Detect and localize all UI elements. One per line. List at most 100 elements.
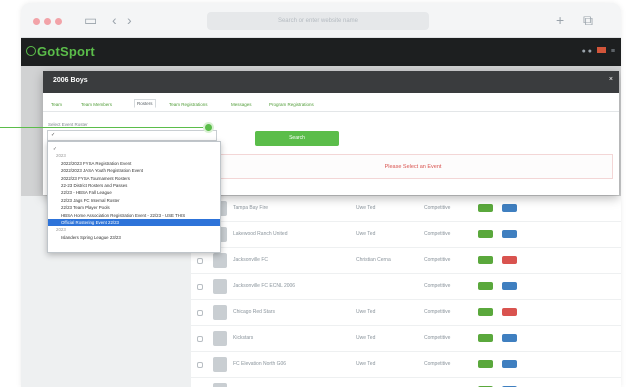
- team-coach: Uwe Ted: [356, 361, 376, 367]
- team-name[interactable]: Tampa Bay Fire: [233, 205, 268, 211]
- search-button[interactable]: Search: [255, 131, 339, 146]
- tab-team-members[interactable]: Team Members: [81, 102, 112, 107]
- back-icon[interactable]: ‹: [112, 12, 117, 28]
- row-checkbox[interactable]: [197, 362, 203, 368]
- team-level: Competitive: [424, 335, 451, 341]
- dropdown-option[interactable]: 2022/23 FYSA Tournament Rosters: [48, 175, 220, 182]
- tab-team-registrations[interactable]: Team Registrations: [169, 102, 208, 107]
- team-coach: Uwe Ted: [356, 231, 376, 237]
- modal-title: 2006 Boys: [53, 77, 88, 84]
- table-row[interactable]: FC Elevation North G06 Uwe Ted Competitive: [191, 352, 621, 378]
- forward-icon[interactable]: ›: [127, 12, 132, 28]
- team-level: Competitive: [424, 257, 451, 263]
- table-row[interactable]: Chicago Red Stars Uwe Ted Competitive: [191, 300, 621, 326]
- team-name[interactable]: FC Elevation North G06: [233, 361, 286, 367]
- table-row[interactable]: Kickstars Uwe Ted Competitive: [191, 326, 621, 352]
- green-status-badge[interactable]: [478, 256, 493, 264]
- dropdown-option[interactable]: 22/23 Jags FC Internal Roster: [48, 197, 220, 204]
- dropdown-option[interactable]: HBSA Home Association Registration Event…: [48, 212, 220, 219]
- callout-dot: [203, 122, 214, 133]
- gotsport-logo[interactable]: GotSport: [26, 44, 95, 59]
- tabs-overview-icon[interactable]: ⧉: [583, 12, 593, 28]
- callout-line: [0, 127, 207, 128]
- status-badge[interactable]: [502, 230, 517, 238]
- close-window-dot[interactable]: [33, 18, 40, 25]
- browser-toolbar: ▭ ‹ › Search or enter website name + ⧉: [21, 3, 621, 38]
- alert-box: Please Select an Event: [213, 154, 613, 179]
- dropdown-group-label: 2023: [56, 227, 66, 233]
- status-badge[interactable]: [502, 334, 517, 342]
- row-checkbox[interactable]: [197, 336, 203, 342]
- menu-icon[interactable]: ≡: [611, 48, 615, 55]
- tab-messages[interactable]: Messages: [231, 102, 252, 107]
- address-bar[interactable]: Search or enter website name: [207, 12, 429, 30]
- new-tab-icon[interactable]: +: [556, 12, 564, 28]
- row-checkbox[interactable]: [197, 284, 203, 290]
- team-level: Competitive: [424, 231, 451, 237]
- dropdown-option[interactable]: 22/23 Team Player Pools: [48, 204, 220, 211]
- app-header: GotSport ● ● ≡: [21, 38, 621, 66]
- tab-team[interactable]: Team: [51, 102, 62, 107]
- status-badge[interactable]: [502, 204, 517, 212]
- team-level: Competitive: [424, 283, 451, 289]
- status-badge[interactable]: [502, 282, 517, 290]
- green-status-badge[interactable]: [478, 282, 493, 290]
- dropdown-option[interactable]: Official Rostering Event 22/23: [48, 219, 220, 226]
- row-checkbox[interactable]: [197, 310, 203, 316]
- modal-header: 2006 Boys ×: [43, 71, 619, 93]
- dropdown-option[interactable]: 2022/2023 JASA Youth Registration Event: [48, 167, 220, 174]
- team-logo-icon: [213, 253, 227, 268]
- green-status-badge[interactable]: [478, 230, 493, 238]
- maximize-window-dot[interactable]: [55, 18, 62, 25]
- logo-ring-icon: [26, 46, 36, 56]
- browser-window: ▭ ‹ › Search or enter website name + ⧉ G…: [21, 3, 621, 387]
- header-actions: ● ● ≡: [582, 47, 615, 55]
- team-logo-icon: [213, 383, 227, 387]
- team-name[interactable]: Lakewood Ranch United: [233, 231, 287, 237]
- green-status-badge[interactable]: [478, 334, 493, 342]
- event-roster-select[interactable]: ✓: [47, 130, 217, 141]
- team-name[interactable]: Chicago Red Stars: [233, 309, 275, 315]
- dropdown-group-label: 2023: [56, 153, 66, 159]
- team-level: Competitive: [424, 309, 451, 315]
- team-coach: Christian Cerna: [356, 257, 391, 263]
- team-level: Competitive: [424, 205, 451, 211]
- sidebar-icon[interactable]: ▭: [84, 12, 97, 28]
- tab-rosters[interactable]: Rosters: [134, 99, 156, 108]
- team-name[interactable]: Kickstars: [233, 335, 253, 341]
- dropdown-option[interactable]: 22-23 District Rosters and Passes: [48, 182, 220, 189]
- notifications-icon[interactable]: ●: [582, 48, 586, 55]
- event-roster-dropdown-list[interactable]: ✓ 2023 2022/2023 FYSA Registration Event 20…: [47, 141, 221, 253]
- alert-message: Please Select an Event: [384, 164, 442, 170]
- team-logo-icon: [213, 305, 227, 320]
- team-logo-icon: [213, 357, 227, 372]
- logo-text: GotSport: [37, 44, 95, 59]
- team-coach: Uwe Ted: [356, 309, 376, 315]
- status-badge[interactable]: [502, 360, 517, 368]
- table-row[interactable]: Lakewood Ranch United Uwe Ted Competitive: [191, 222, 621, 248]
- table-row[interactable]: Florida PremierUwe TedCompetitive: [191, 378, 621, 387]
- language-flag-icon[interactable]: [596, 47, 606, 53]
- green-status-badge[interactable]: [478, 308, 493, 316]
- team-name[interactable]: Jacksonville FC ECNL 2006: [233, 283, 295, 289]
- minimize-window-dot[interactable]: [44, 18, 51, 25]
- status-badge[interactable]: [502, 256, 517, 264]
- table-row[interactable]: Jacksonville FC Christian Cerna Competitiv…: [191, 248, 621, 274]
- team-logo-icon: [213, 331, 227, 346]
- row-checkbox[interactable]: [197, 258, 203, 264]
- close-icon[interactable]: ×: [609, 76, 613, 83]
- team-coach: Uwe Ted: [356, 205, 376, 211]
- status-badge[interactable]: [502, 308, 517, 316]
- green-status-badge[interactable]: [478, 360, 493, 368]
- green-status-badge[interactable]: [478, 204, 493, 212]
- dropdown-option[interactable]: Islanders Spring League 23/23: [48, 234, 220, 241]
- dropdown-option[interactable]: ✓: [48, 145, 220, 152]
- help-icon[interactable]: ●: [588, 48, 592, 55]
- team-logo-icon: [213, 279, 227, 294]
- team-name[interactable]: Jacksonville FC: [233, 257, 268, 263]
- dropdown-option[interactable]: 22/23 - HBSA Fall League: [48, 189, 220, 196]
- table-row[interactable]: Jacksonville FC ECNL 2006 Competitive: [191, 274, 621, 300]
- tab-program-registrations[interactable]: Program Registrations: [269, 102, 314, 107]
- dropdown-option[interactable]: 2022/2023 FYSA Registration Event: [48, 160, 220, 167]
- table-row[interactable]: Tampa Bay Fire Uwe Ted Competitive: [191, 196, 621, 222]
